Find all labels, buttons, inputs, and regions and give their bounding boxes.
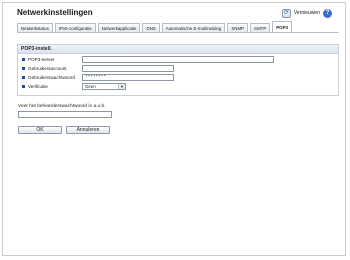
verification-value: Geen (85, 83, 96, 89)
pop3-server-input[interactable] (82, 55, 274, 63)
refresh-icon: ⟳ (281, 8, 291, 18)
pop3-server-label: POP3-server (28, 56, 55, 62)
admin-password-label: Voer het beheerderswachtwoord in a.u.b. (18, 104, 106, 109)
cancel-button[interactable]: Annuleren (66, 126, 110, 134)
verification-select[interactable]: Geen ▼ (82, 82, 126, 90)
user-password-input[interactable]: ******** (82, 73, 174, 81)
admin-password-input[interactable] (18, 111, 112, 118)
pop3-settings-panel: POP3-instell. POP3-server Gebruikersacco… (17, 44, 339, 96)
help-icon[interactable]: ? (323, 8, 332, 18)
bullet-icon (22, 75, 25, 79)
tab-divider (17, 32, 339, 33)
user-account-input[interactable] (82, 64, 174, 72)
refresh-button[interactable]: ⟳ Vernieuwen ? (281, 8, 332, 18)
user-password-label: Gebruikerswachtwoord (28, 74, 75, 80)
verification-label: Verificatie (28, 83, 48, 89)
bullet-icon (22, 84, 25, 88)
window-frame: Netwerkinstellingen ⟳ Vernieuwen ? Netwe… (2, 2, 346, 256)
section-title: POP3-instell. (18, 45, 338, 54)
ok-button[interactable]: OK (18, 126, 62, 134)
user-account-label: Gebruikersaccount (28, 65, 67, 71)
chevron-down-icon: ▼ (118, 83, 125, 89)
bullet-icon (22, 66, 25, 70)
refresh-label: Vernieuwen (293, 10, 320, 16)
bullet-icon (22, 57, 25, 61)
page-title: Netwerkinstellingen (17, 8, 93, 17)
